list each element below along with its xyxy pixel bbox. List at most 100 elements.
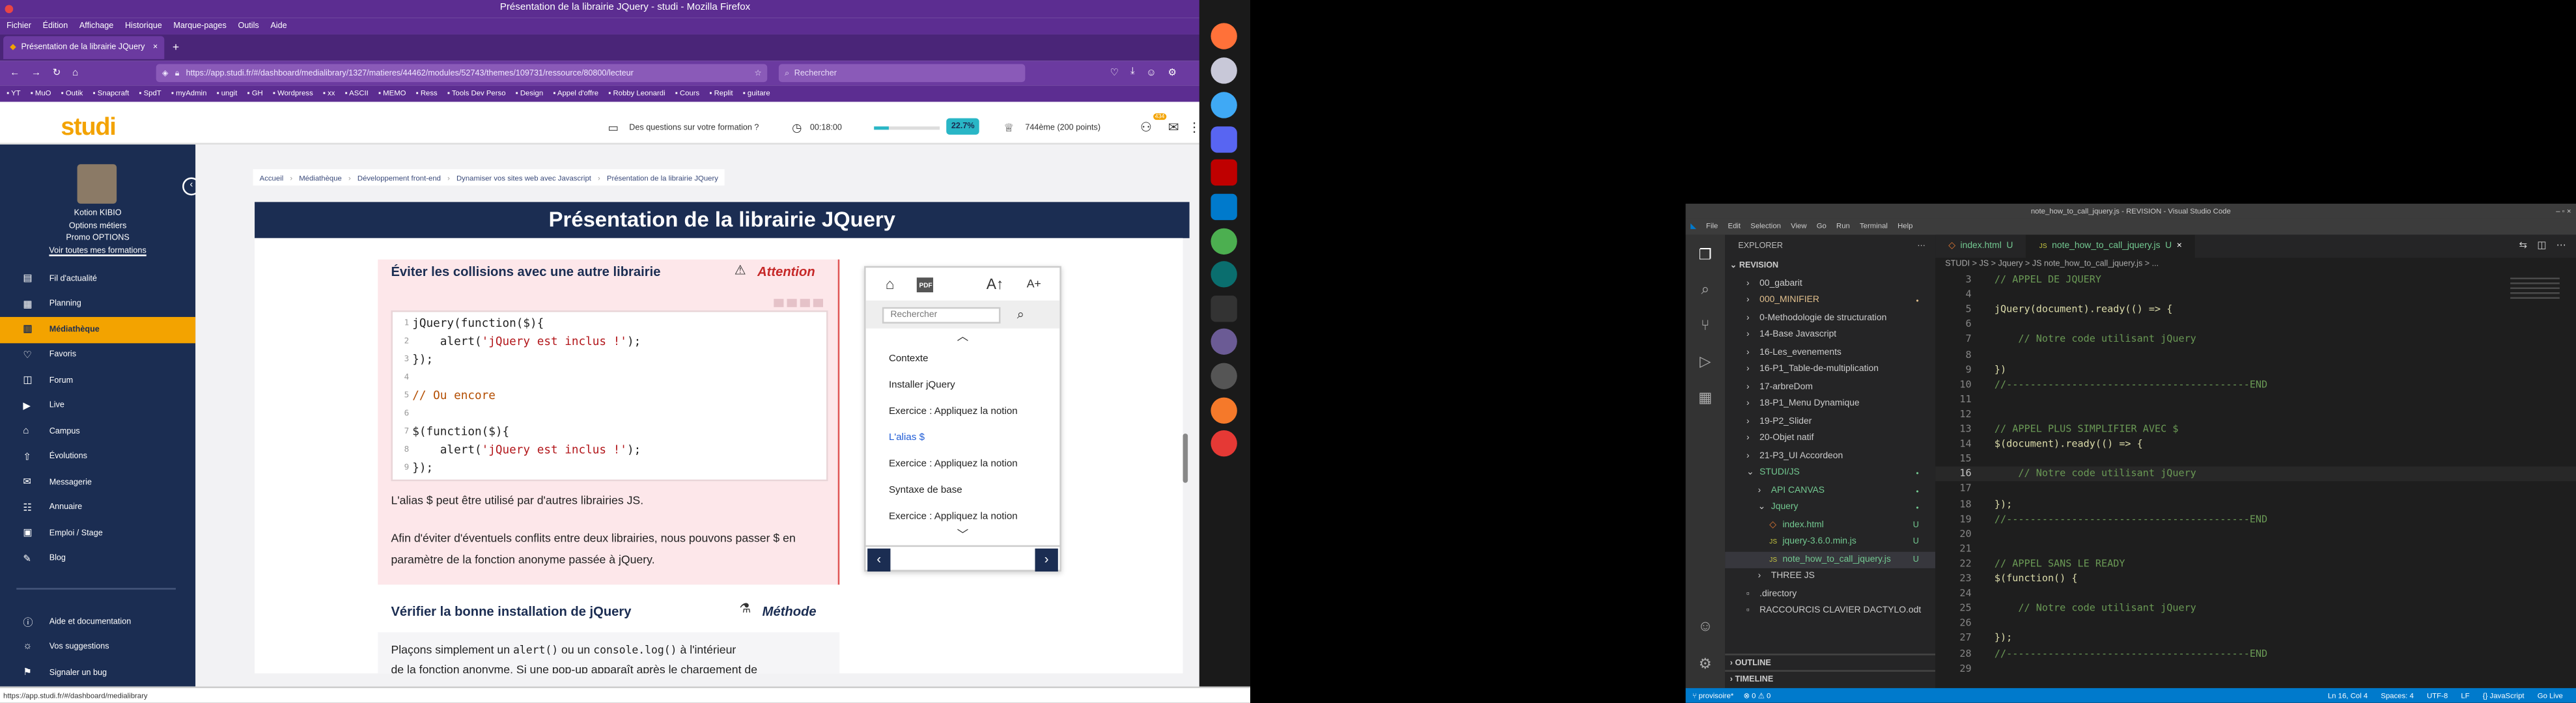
sidebar-item[interactable]: ▥ Médiathèque: [0, 316, 196, 343]
headphones-dock-icon[interactable]: [1211, 430, 1237, 457]
globe-dock-icon[interactable]: [1211, 92, 1237, 118]
reload-icon[interactable]: ↻: [53, 67, 61, 79]
tree-item[interactable]: ▫ .directory: [1725, 585, 1935, 602]
timeline-section[interactable]: › TIMELINE: [1725, 670, 1936, 686]
settings-gear-icon[interactable]: ⚙: [1696, 654, 1715, 673]
explorer-icon[interactable]: ❐: [1696, 245, 1715, 264]
editor-tab[interactable]: JS note_how_to_call_jquery.js U ×: [2026, 234, 2196, 258]
vscode-menu-item[interactable]: Help: [1897, 219, 1912, 235]
bookmark-item[interactable]: ▪ Appel d'offre: [553, 85, 598, 102]
tree-item[interactable]: › 18-P1_Menu Dynamique: [1725, 396, 1935, 413]
tree-item[interactable]: › 14-Base Javascript: [1725, 327, 1935, 344]
terminal-dock-icon[interactable]: [1211, 296, 1237, 322]
firefox-dock-icon[interactable]: [1211, 23, 1237, 49]
tree-item[interactable]: › 00_gabarit: [1725, 275, 1935, 292]
toc-scroll-up-icon[interactable]: ︿: [866, 329, 1060, 347]
source-control-icon[interactable]: ⑂: [1696, 315, 1715, 335]
account-icon[interactable]: ☺: [1146, 68, 1156, 78]
bookmark-item[interactable]: ▪ YT: [7, 85, 20, 102]
outline-section[interactable]: › OUTLINE: [1725, 654, 1936, 670]
help-code-icon[interactable]: [813, 299, 824, 307]
bookmark-item[interactable]: ▪ SpdT: [139, 85, 161, 102]
toc-item[interactable]: Contexte: [866, 346, 1060, 372]
status-item[interactable]: Spaces: 4: [2381, 688, 2413, 703]
close-tab-icon[interactable]: ×: [153, 43, 158, 53]
search-bar[interactable]: ⌕ Rechercher: [778, 64, 1025, 83]
expand-code-icon[interactable]: [800, 299, 810, 307]
teal-dock-icon[interactable]: [1211, 261, 1237, 288]
tree-item[interactable]: › 21-P3_UI Accordeon: [1725, 448, 1935, 465]
bookmark-item[interactable]: ▪ GH: [247, 85, 263, 102]
bookmark-item[interactable]: ▪ Cours: [675, 85, 699, 102]
bookmark-item[interactable]: ▪ guitare: [743, 85, 770, 102]
blender-dock-icon[interactable]: [1211, 397, 1237, 424]
tree-item[interactable]: › 20-Objet natif: [1725, 430, 1935, 447]
status-item[interactable]: Ln 16, Col 4: [2328, 688, 2368, 703]
explorer-more-icon[interactable]: ⋯: [1917, 235, 1925, 258]
bookmark-item[interactable]: ▪ Replit: [709, 85, 733, 102]
sidebar-item[interactable]: ✉ Messagerie: [0, 470, 195, 495]
toc-item[interactable]: L'alias $: [866, 425, 1060, 451]
toc-item[interactable]: Exercice : Appliquez la notion: [866, 504, 1060, 531]
extensions-icon[interactable]: ⚙: [1168, 67, 1177, 79]
menu-item[interactable]: Affichage: [79, 18, 113, 34]
tree-item[interactable]: › THREE JS: [1725, 568, 1935, 585]
code-editor[interactable]: 3 // APPEL DE JQUERY 4 5 jQuery(document).re…: [1935, 273, 2576, 687]
sidebar-item[interactable]: ♡ Favoris: [0, 342, 195, 368]
tree-item[interactable]: ▫ RACCOURCIS CLAVIER DACTYLO.odt: [1725, 603, 1935, 620]
status-item[interactable]: UTF-8: [2427, 688, 2448, 703]
toc-item[interactable]: Syntaxe de base: [866, 478, 1060, 504]
tree-item[interactable]: › 16-P1_Table-de-multiplication: [1725, 361, 1935, 378]
font-increase-icon[interactable]: A↑: [987, 276, 1004, 292]
bookmark-item[interactable]: ▪ ungit: [217, 85, 238, 102]
vscode-menu-item[interactable]: Run: [1836, 219, 1850, 235]
recycle-dock-icon[interactable]: [1211, 228, 1237, 255]
bookmark-item[interactable]: ▪ Ress: [416, 85, 438, 102]
browser-dock-icon[interactable]: [1211, 57, 1237, 84]
questions-link[interactable]: Des questions sur votre formation ?: [629, 122, 759, 132]
tree-item[interactable]: ⌄ Jquery ●: [1725, 499, 1935, 516]
toc-item[interactable]: Exercice : Appliquez la notion: [866, 452, 1060, 478]
wrap-code-icon[interactable]: [787, 299, 797, 307]
breadcrumb-item[interactable]: Accueil: [260, 173, 284, 182]
tree-item[interactable]: › 0-Methodologie de structuration: [1725, 310, 1935, 327]
next-page-button[interactable]: ›: [1035, 548, 1058, 572]
tab-active[interactable]: ◆ Présentation de la librairie JQuery ×: [3, 36, 165, 59]
sidebar-item[interactable]: ⇧ Évolutions: [0, 444, 195, 469]
tree-item[interactable]: › 16-Les_evenements: [1725, 344, 1935, 361]
studi-logo[interactable]: studi: [61, 113, 116, 141]
status-item[interactable]: LF: [2461, 688, 2469, 703]
bookmark-star-icon[interactable]: ☆: [754, 68, 761, 78]
menu-item[interactable]: Fichier: [7, 18, 31, 34]
vscode-dock-icon[interactable]: [1211, 193, 1237, 221]
bookmark-item[interactable]: ▪ ASCII: [345, 85, 369, 102]
breadcrumb-item[interactable]: Dynamiser vos sites web avec Javascript: [456, 173, 591, 182]
filezilla-dock-icon[interactable]: [1211, 159, 1237, 186]
tree-item[interactable]: › 19-P2_Slider: [1725, 413, 1935, 430]
tree-item[interactable]: › 000_MINIFIER ●: [1725, 292, 1935, 309]
pdf-icon[interactable]: PDF: [917, 277, 934, 292]
sidebar-item[interactable]: ◫ Forum: [0, 368, 195, 393]
mail-icon[interactable]: ✉: [1168, 120, 1179, 135]
vscode-menu-item[interactable]: Go: [1817, 219, 1827, 235]
toc-search-input[interactable]: Rechercher: [882, 306, 1001, 323]
sidebar-item[interactable]: ▦ Planning: [0, 292, 195, 317]
chat-icon[interactable]: ▭: [608, 120, 619, 134]
people-icon[interactable]: ⚇: [1140, 120, 1152, 135]
code-block[interactable]: 1 jQuery(function($){2 alert('jQuery est …: [391, 310, 828, 482]
toc-item[interactable]: Installer jQuery: [866, 373, 1060, 399]
root-folder[interactable]: ⌄ REVISION: [1725, 258, 1935, 275]
sidebar-item[interactable]: ☷ Annuaire: [0, 495, 195, 521]
minimap[interactable]: [2510, 277, 2560, 301]
close-window-icon[interactable]: [5, 5, 14, 14]
eclipse-dock-icon[interactable]: [1211, 328, 1237, 355]
font-decrease-icon[interactable]: A+: [1027, 279, 1041, 290]
branch-status[interactable]: ⑂ provisoire*: [1692, 688, 1734, 703]
vscode-menu-item[interactable]: View: [1791, 219, 1806, 235]
split-editor-icon[interactable]: ◫: [2537, 240, 2546, 251]
bookmark-item[interactable]: ▪ MuO: [31, 85, 51, 102]
prev-page-button[interactable]: ‹: [867, 548, 891, 572]
menu-item[interactable]: Outils: [238, 18, 259, 34]
discord-dock-icon[interactable]: [1211, 126, 1237, 153]
menu-item[interactable]: Aide: [270, 18, 287, 34]
